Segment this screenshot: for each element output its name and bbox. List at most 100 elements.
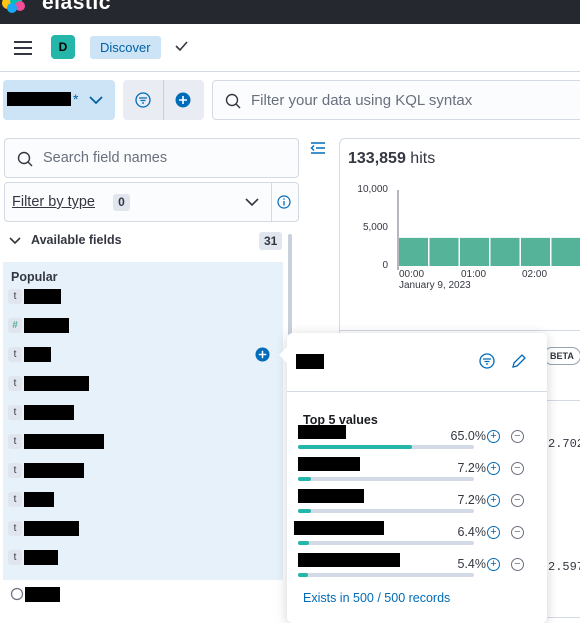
histogram-bar[interactable] bbox=[460, 238, 489, 266]
table-cell-value: 2.702 bbox=[548, 437, 580, 451]
list-item[interactable]: t bbox=[8, 344, 278, 366]
geo-field-icon bbox=[10, 587, 24, 601]
field-search[interactable] bbox=[4, 138, 299, 178]
filter-out-value-icon[interactable]: − bbox=[511, 494, 524, 507]
filter-by-type-label[interactable]: Filter by type bbox=[12, 194, 95, 210]
filter-for-value-icon[interactable]: + bbox=[487, 462, 500, 475]
brand-name[interactable]: elastic bbox=[42, 0, 111, 15]
redacted-field-name bbox=[24, 318, 69, 333]
string-type-icon: t bbox=[8, 376, 22, 391]
redacted-field-name bbox=[24, 521, 79, 536]
add-field-icon[interactable] bbox=[255, 347, 270, 362]
sidebar-scrollbar[interactable] bbox=[288, 234, 292, 344]
top-value-row: 7.2%+− bbox=[298, 459, 538, 491]
collapse-sidebar-icon[interactable] bbox=[310, 141, 326, 155]
filter-out-value-icon[interactable]: − bbox=[511, 430, 524, 443]
list-item[interactable]: t bbox=[8, 373, 278, 395]
hits-label: hits bbox=[410, 150, 435, 167]
beta-badge: BETA bbox=[543, 347, 580, 365]
table-cell-value: 2.597 bbox=[548, 560, 580, 574]
list-item[interactable]: t bbox=[8, 489, 278, 511]
info-icon[interactable] bbox=[277, 195, 291, 209]
global-header: elastic bbox=[0, 0, 580, 24]
histogram-bar[interactable] bbox=[491, 238, 520, 266]
kql-input[interactable] bbox=[251, 81, 571, 119]
filter-for-value-icon[interactable]: + bbox=[487, 526, 500, 539]
value-bar bbox=[298, 445, 474, 449]
value-bar-fill bbox=[298, 445, 412, 449]
filter-out-value-icon[interactable]: − bbox=[511, 526, 524, 539]
filter-button-group bbox=[123, 80, 204, 120]
redacted-field-title bbox=[296, 354, 324, 369]
add-filter-icon[interactable] bbox=[175, 92, 191, 108]
elastic-logo-icon bbox=[0, 0, 28, 14]
filter-icon[interactable] bbox=[135, 92, 151, 108]
histogram-bar[interactable] bbox=[552, 238, 580, 266]
string-type-icon: t bbox=[8, 550, 22, 565]
breadcrumb-discover[interactable]: Discover bbox=[90, 36, 161, 59]
check-icon[interactable] bbox=[174, 39, 188, 53]
data-view-picker[interactable]: * bbox=[3, 80, 115, 120]
x-tick: 02:00 bbox=[522, 269, 547, 280]
redacted-value-label bbox=[298, 425, 346, 439]
x-tick: 00:00 bbox=[399, 269, 424, 280]
x-tick: 01:00 bbox=[461, 269, 486, 280]
redacted-field-name bbox=[24, 434, 104, 449]
histogram-bar[interactable] bbox=[521, 238, 550, 266]
chevron-down-icon bbox=[89, 95, 103, 105]
value-percent: 7.2% bbox=[422, 461, 486, 475]
redacted-field-name bbox=[24, 405, 74, 420]
redacted-data-view-name bbox=[7, 92, 71, 106]
y-tick: 5,000 bbox=[338, 222, 388, 233]
histogram-bar[interactable] bbox=[399, 238, 428, 266]
redacted-value-label bbox=[294, 521, 384, 535]
redacted-field-name bbox=[24, 289, 61, 304]
histogram-bar[interactable] bbox=[430, 238, 459, 266]
top-value-row: 5.4%+− bbox=[298, 555, 538, 587]
exists-in-records-link[interactable]: Exists in 500 / 500 records bbox=[303, 591, 450, 605]
list-item[interactable]: t bbox=[8, 431, 278, 453]
redacted-value-label bbox=[298, 457, 360, 471]
field-search-input[interactable] bbox=[43, 139, 293, 177]
search-icon bbox=[17, 151, 33, 167]
list-item[interactable]: # bbox=[8, 315, 278, 337]
list-item[interactable]: t bbox=[8, 518, 278, 540]
top-value-row: 65.0%+− bbox=[298, 427, 538, 459]
string-type-icon: t bbox=[8, 434, 22, 449]
list-item[interactable]: t bbox=[8, 547, 278, 569]
redacted-field-name bbox=[24, 376, 89, 391]
value-bar bbox=[298, 509, 474, 513]
filter-for-value-icon[interactable]: + bbox=[487, 430, 500, 443]
data-view-label: * bbox=[73, 91, 78, 107]
edit-pencil-icon[interactable] bbox=[511, 353, 527, 369]
filter-icon[interactable] bbox=[479, 353, 495, 369]
string-type-icon: t bbox=[8, 463, 22, 478]
chevron-down-icon[interactable] bbox=[245, 197, 259, 207]
value-bar-fill bbox=[298, 509, 311, 513]
kql-search-bar[interactable] bbox=[212, 80, 580, 120]
available-fields-label: Available fields bbox=[31, 233, 122, 247]
value-bar bbox=[298, 573, 474, 577]
string-type-icon: t bbox=[8, 521, 22, 536]
filter-out-value-icon[interactable]: − bbox=[511, 462, 524, 475]
space-avatar[interactable]: D bbox=[51, 35, 75, 59]
value-bar-fill bbox=[298, 573, 308, 577]
redacted-field-name bbox=[24, 492, 54, 507]
filter-for-value-icon[interactable]: + bbox=[487, 558, 500, 571]
redacted-field-name bbox=[25, 587, 60, 602]
search-icon bbox=[225, 93, 241, 109]
list-item[interactable]: t bbox=[8, 286, 278, 308]
filter-for-value-icon[interactable]: + bbox=[487, 494, 500, 507]
available-fields-header[interactable]: Available fields 31 bbox=[8, 230, 284, 252]
filter-out-value-icon[interactable]: − bbox=[511, 558, 524, 571]
list-item[interactable]: t bbox=[8, 402, 278, 424]
redacted-field-name bbox=[24, 550, 58, 565]
filter-by-type[interactable]: Filter by type 0 bbox=[4, 182, 299, 222]
value-bar bbox=[298, 477, 474, 481]
menu-icon[interactable] bbox=[14, 41, 32, 55]
value-percent: 7.2% bbox=[422, 493, 486, 507]
value-percent: 6.4% bbox=[422, 525, 486, 539]
chevron-down-icon[interactable] bbox=[9, 236, 21, 245]
string-type-icon: t bbox=[8, 347, 22, 362]
list-item[interactable]: t bbox=[8, 460, 278, 482]
